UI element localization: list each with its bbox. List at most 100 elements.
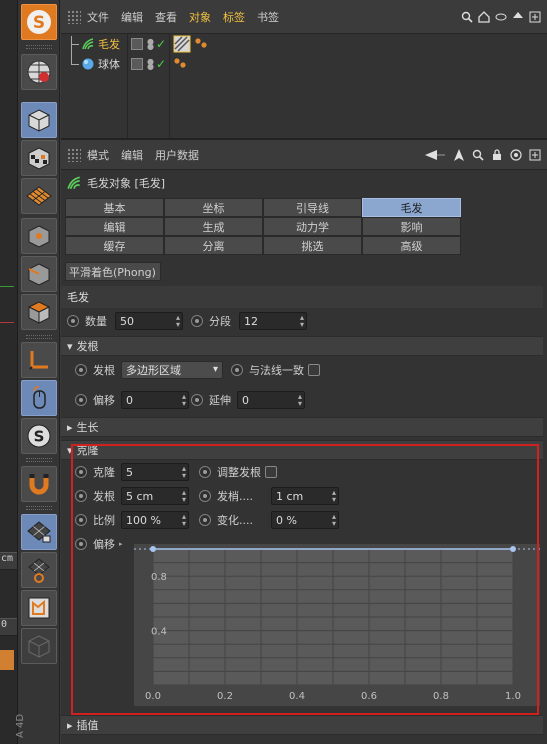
mouse-icon[interactable] (21, 380, 57, 416)
magnet-icon[interactable] (21, 466, 57, 502)
globe-grid-icon[interactable] (21, 54, 57, 90)
orange-stripe (0, 650, 14, 670)
ghost-cube-icon[interactable] (21, 628, 57, 664)
s-logo-icon[interactable]: S (21, 4, 57, 40)
offset-label: 偏移 (93, 394, 115, 407)
grip-icon[interactable] (67, 147, 81, 162)
tab-cache[interactable]: 缓存 (65, 236, 164, 255)
segments-field[interactable]: 12 ▴ ▾ (239, 312, 307, 330)
hair-material-tag-icon[interactable] (173, 35, 191, 53)
search-icon[interactable] (461, 11, 473, 23)
object-row-hair[interactable]: 毛发 (71, 34, 120, 54)
tab-coord[interactable]: 坐标 (164, 198, 263, 217)
root-mode-value: 多边形区域 (126, 364, 181, 377)
tab-edit[interactable]: 编辑 (65, 217, 164, 236)
cube-face-icon[interactable] (21, 294, 57, 330)
param-segments: 分段 12 ▴ ▾ (191, 311, 307, 331)
target-icon[interactable] (510, 148, 522, 161)
animate-radio-icon[interactable] (75, 394, 87, 406)
plane-grid-icon[interactable] (21, 178, 57, 214)
expand-icon[interactable] (529, 11, 541, 23)
menu-view[interactable]: 查看 (155, 9, 177, 25)
up-arrow-icon[interactable] (512, 11, 524, 23)
home-icon[interactable] (478, 10, 490, 23)
grid-lock-icon[interactable] (21, 514, 57, 550)
checker-cube-icon[interactable] (21, 140, 57, 176)
material-tag-icon[interactable] (173, 57, 187, 71)
animate-radio-icon[interactable] (67, 315, 79, 327)
cube-point-icon[interactable] (21, 218, 57, 254)
count-value: 50 (120, 314, 134, 328)
section-interpolation[interactable]: ▸ 插值 (61, 715, 543, 735)
material-tag-icon[interactable] (194, 37, 208, 51)
grid-rotate-icon[interactable] (21, 552, 57, 588)
s-snap-icon[interactable]: S (21, 418, 57, 454)
eye-icon[interactable] (495, 11, 507, 23)
animate-radio-icon[interactable] (231, 364, 243, 376)
cube-icon[interactable] (21, 102, 57, 138)
column-divider (127, 34, 128, 138)
toolbar-separator (26, 458, 52, 462)
tab-dynamics[interactable]: 动力学 (263, 217, 362, 236)
animate-radio-icon[interactable] (191, 394, 203, 406)
sphere-icon (82, 58, 94, 70)
uv-edit-icon[interactable] (21, 590, 57, 626)
search-icon[interactable] (472, 149, 484, 161)
param-align-normal: 与法线一致 (231, 360, 320, 380)
count-field[interactable]: 50 ▴ ▾ (115, 312, 183, 330)
tab-select[interactable]: 挑选 (263, 236, 362, 255)
tab-influence[interactable]: 影响 (362, 217, 461, 236)
visibility-dots-icon[interactable]: ● ● (147, 38, 154, 51)
root-mode-select[interactable]: 多边形区域 ▾ (121, 361, 223, 379)
menu-tags[interactable]: 标签 (223, 9, 245, 25)
layer-box-icon[interactable] (131, 38, 143, 50)
menu-bookmarks[interactable]: 书签 (257, 9, 279, 25)
hair-icon (67, 176, 80, 190)
cube-edge-icon[interactable] (21, 256, 57, 292)
tab-hair[interactable]: 毛发 (362, 198, 461, 217)
menu-user-data[interactable]: 用户数据 (155, 147, 199, 163)
animate-radio-icon[interactable] (75, 364, 87, 376)
lock-icon[interactable] (491, 148, 503, 161)
object-row-sphere[interactable]: 球体 (71, 54, 120, 74)
menu-mode[interactable]: 模式 (87, 147, 109, 163)
offset-field[interactable]: 0 ▴ ▾ (121, 391, 189, 409)
tab-generate[interactable]: 生成 (164, 217, 263, 236)
menu-file[interactable]: 文件 (87, 9, 109, 25)
grip-icon[interactable] (67, 9, 81, 24)
param-root: 发根 多边形区域 ▾ (75, 360, 223, 380)
menu-object[interactable]: 对象 (189, 9, 211, 25)
tab-guides[interactable]: 引导线 (263, 198, 362, 217)
tab-phong[interactable]: 平滑着色(Phong) (65, 262, 161, 281)
animate-radio-icon[interactable] (191, 315, 203, 327)
layer-box-icon[interactable] (131, 58, 143, 70)
section-title-hair: 毛发 (61, 286, 543, 308)
tree-branch (71, 63, 79, 65)
menu-edit[interactable]: 编辑 (121, 147, 143, 163)
visibility-dots-icon[interactable]: ● ● (147, 58, 154, 71)
section-growth[interactable]: ▸ 生长 (61, 417, 543, 437)
up-arrow-icon[interactable] (453, 148, 465, 162)
object-name[interactable]: 球体 (98, 56, 120, 72)
value-tab[interactable]: 0 (0, 618, 17, 636)
enabled-check-icon[interactable]: ✓ (156, 57, 166, 71)
object-name[interactable]: 毛发 (98, 36, 120, 52)
toolbar-separator (26, 335, 52, 339)
align-normal-checkbox[interactable] (308, 364, 320, 376)
enabled-check-icon[interactable]: ✓ (156, 37, 166, 51)
param-offset: 偏移 0 ▴ ▾ (75, 390, 189, 410)
extend-label: 延伸 (209, 394, 231, 407)
tab-basic[interactable]: 基本 (65, 198, 164, 217)
expand-arrow-icon: ▸ (67, 718, 73, 732)
tab-separate[interactable]: 分离 (164, 236, 263, 255)
tab-advanced[interactable]: 高级 (362, 236, 461, 255)
back-arrow-icon[interactable] (424, 149, 446, 161)
viewport-edge: cm 0 (0, 0, 18, 744)
section-interpolation-label: 插值 (76, 719, 99, 732)
expand-icon[interactable] (529, 149, 541, 161)
section-root[interactable]: ▾ 发根 (61, 336, 543, 356)
unit-tab[interactable]: cm (0, 552, 17, 570)
menu-edit[interactable]: 编辑 (121, 9, 143, 25)
extend-field[interactable]: 0 ▴ ▾ (237, 391, 305, 409)
axis-corner-icon[interactable] (21, 342, 57, 378)
